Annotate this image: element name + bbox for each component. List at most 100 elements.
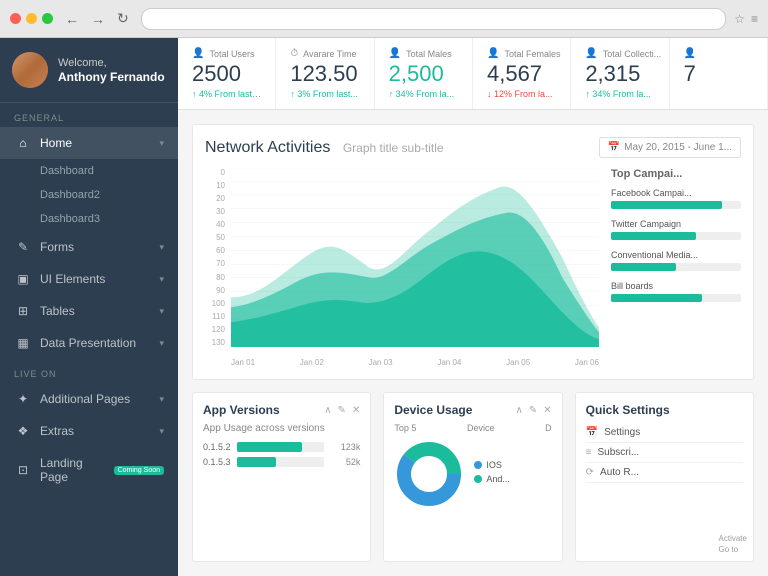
y-label: 60 [205,246,225,255]
stat-avarare-value: 123.50 [290,61,359,87]
users-icon: 👤 [192,48,204,59]
device-col-label: Device [467,423,495,433]
y-label: 100 [205,299,225,308]
sidebar-item-additional-label: Additional Pages [40,392,159,406]
close-icon[interactable]: ✕ [352,405,360,416]
avatar [12,52,48,88]
app-versions-header: App Versions ∧ ✎ ✕ [203,403,360,417]
close-button[interactable] [10,13,21,24]
sidebar-item-dashboard[interactable]: Dashboard [0,159,178,183]
females-icon: 👤 [487,48,499,59]
sidebar-item-extras[interactable]: ❖ Extras ▾ [0,415,178,447]
app-versions-subtitle: App Usage across versions [203,423,360,434]
device-usage-header: Device Usage ∧ ✎ ✕ [394,403,551,417]
stat-males-value: 2,500 [389,61,458,87]
sidebar-item-landing-page[interactable]: ⊡ Landing Page Coming Soon [0,447,178,493]
y-label: 130 [205,338,225,347]
forms-icon: ✎ [14,240,32,254]
sidebar-item-dashboard3[interactable]: Dashboard3 [0,207,178,231]
close-icon-2[interactable]: ✕ [543,405,551,416]
device-top-label: Top 5 [394,423,416,433]
stat-total-females: 👤 Total Females 4,567 ↓ 12% From la... [473,38,571,109]
legend-ios-label: IOS [486,460,502,470]
menu-icon[interactable]: ≡ [751,12,758,26]
settings-item-settings[interactable]: 📅 Settings [586,423,743,443]
sidebar-item-data-presentation[interactable]: ▦ Data Presentation ▾ [0,327,178,359]
stat-total-users-change: ↑ 4% From last ... [192,89,261,99]
sidebar-item-forms[interactable]: ✎ Forms ▾ [0,231,178,263]
app-container: Welcome, Anthony Fernando GENERAL ⌂ Home… [0,38,768,576]
stat-collecti-change: ↑ 34% From la... [585,89,654,99]
browser-actions: ☆ ≡ [734,12,758,26]
tables-icon: ⊞ [14,304,32,318]
version-row-1: 0.1.5.2 123k [203,442,360,452]
nav-buttons: ← → ↻ [61,8,133,29]
edit-icon-2[interactable]: ✎ [529,405,537,416]
app-versions-controls: ∧ ✎ ✕ [324,405,360,416]
sidebar-item-ui-elements[interactable]: ▣ UI Elements ▾ [0,263,178,295]
additional-pages-icon: ✦ [14,392,32,406]
user-name: Anthony Fernando [58,70,165,84]
refresh-button[interactable]: ↻ [113,8,133,29]
maximize-button[interactable] [42,13,53,24]
chart-title: Network Activities [205,139,330,156]
expand-icon[interactable]: ∧ [324,405,331,416]
stat-females-value: 4,567 [487,61,556,87]
profile-info: Welcome, Anthony Fernando [58,57,165,84]
forward-button[interactable]: → [87,8,109,29]
sidebar-item-tables[interactable]: ⊞ Tables ▾ [0,295,178,327]
campaign-twitter: Twitter Campaign [611,219,741,240]
campaign-billboards: Bill boards [611,281,741,302]
settings-item-auto-r[interactable]: ⟳ Auto R... [586,463,743,483]
content-area: Network Activities Graph title sub-title… [178,110,768,576]
main-content: 👤 Total Users 2500 ↑ 4% From last ... ⏱ … [178,38,768,576]
bookmark-icon[interactable]: ☆ [734,12,745,26]
data-icon: ▦ [14,336,32,350]
network-chart [231,168,599,347]
home-icon: ⌂ [14,136,32,150]
sidebar-item-additional-pages[interactable]: ✦ Additional Pages ▾ [0,383,178,415]
stat-total-users-value: 2500 [192,61,261,87]
extra-icon: 👤 [684,48,696,59]
y-label: 110 [205,312,225,321]
stat-females-change: ↓ 12% From la... [487,89,556,99]
stat-total-users: 👤 Total Users 2500 ↑ 4% From last ... [178,38,276,109]
stat-total-users-label: Total Users [209,49,254,59]
quick-settings-header: Quick Settings [586,403,743,417]
device-body: IOS And... [394,439,551,509]
campaigns-title: Top Campai... [611,168,741,180]
address-bar[interactable] [141,8,726,30]
quick-settings-title: Quick Settings [586,403,670,417]
app-versions-panel: App Versions ∧ ✎ ✕ App Usage across vers… [192,392,371,562]
minimize-button[interactable] [26,13,37,24]
stat-collecti-label: Total Collecti... [603,49,662,59]
y-label: 80 [205,273,225,282]
device-legend: IOS And... [474,460,510,488]
sidebar-item-data-label: Data Presentation [40,336,159,350]
edit-icon[interactable]: ✎ [338,405,346,416]
settings-label-2: Subscri... [598,447,640,458]
expand-icon-2[interactable]: ∧ [516,405,523,416]
device-usage-title: Device Usage [394,403,472,417]
version-label-1: 0.1.5.2 [203,442,231,452]
x-label-jan01: Jan 01 [231,358,255,367]
sidebar-item-ui-label: UI Elements [40,272,159,286]
sidebar-item-home[interactable]: ⌂ Home ▾ [0,127,178,159]
version-count-2: 52k [330,457,360,467]
sidebar-item-dashboard2[interactable]: Dashboard2 [0,183,178,207]
stat-avarare-label: Avarare Time [303,49,356,59]
device-usage-panel: Device Usage ∧ ✎ ✕ Top 5 Device D [383,392,562,562]
ui-elements-icon: ▣ [14,272,32,286]
campaign-conventional: Conventional Media... [611,250,741,271]
stats-bar: 👤 Total Users 2500 ↑ 4% From last ... ⏱ … [178,38,768,110]
back-button[interactable]: ← [61,8,83,29]
settings-item-subscri[interactable]: ≡ Subscri... [586,443,743,463]
y-label: 90 [205,286,225,295]
chart-svg-container [231,168,599,347]
y-label: 70 [205,259,225,268]
date-range-badge[interactable]: 📅 May 20, 2015 - June 1... [599,137,741,158]
device-col-d: D [545,423,552,433]
sidebar-item-extras-label: Extras [40,424,159,438]
settings-label-3: Auto R... [600,467,639,478]
chevron-right-icon-2: ▾ [159,274,164,285]
